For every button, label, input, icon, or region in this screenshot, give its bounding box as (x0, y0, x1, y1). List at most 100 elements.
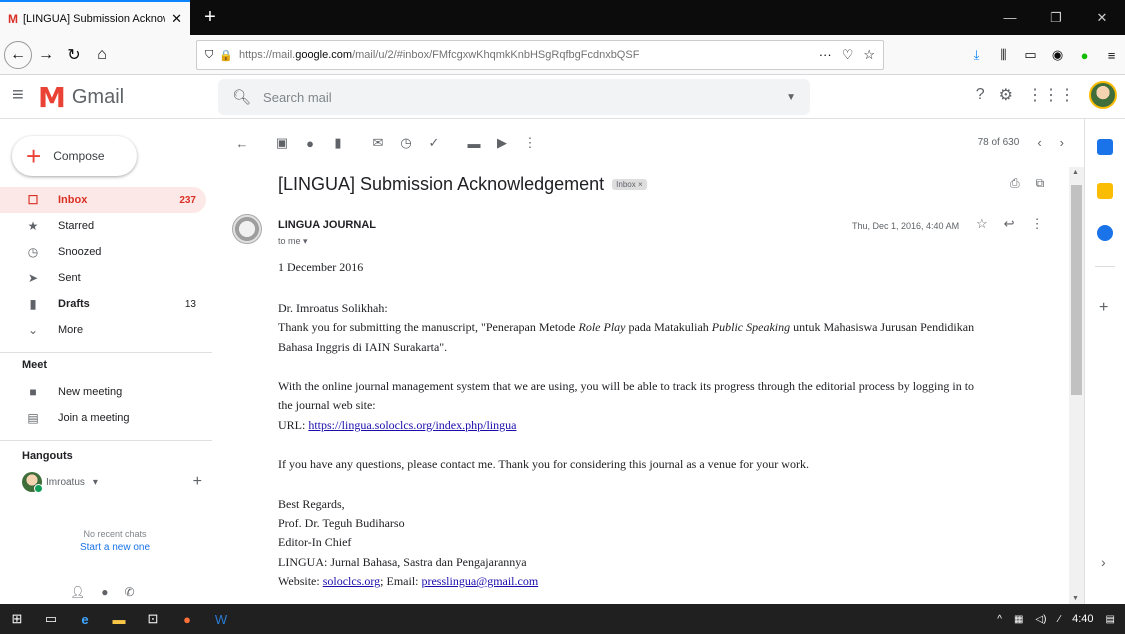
new-window-icon[interactable]: ⧉ (1036, 176, 1045, 191)
scroll-up-icon[interactable]: ▲ (1072, 169, 1079, 176)
file-explorer-icon[interactable]: ▬ (102, 612, 136, 627)
store-icon[interactable]: ⊡ (136, 611, 170, 627)
mark-unread-icon[interactable]: ✉ (364, 135, 392, 151)
download-icon[interactable]: ⤓ (963, 47, 990, 63)
shield-icon[interactable]: ⛉ (205, 49, 213, 62)
task-view-icon[interactable]: ▭ (34, 611, 68, 627)
clock-text[interactable]: 4:40 (1072, 613, 1093, 625)
reply-icon[interactable]: ↩ (1004, 216, 1015, 232)
home-icon[interactable]: ⌂ (88, 46, 116, 64)
sidebar-item-label: Drafts (58, 298, 90, 310)
keep-icon[interactable] (1097, 183, 1113, 199)
hangouts-user[interactable]: Imroatus ▾ + (22, 472, 202, 493)
extension-icon[interactable]: ● (1071, 48, 1098, 63)
report-spam-icon[interactable]: ● (296, 136, 324, 151)
join-meeting-link[interactable]: ▤ Join a meeting (0, 405, 206, 431)
volume-icon[interactable]: ◁) (1035, 614, 1046, 625)
window-close-icon[interactable]: ✕ (1079, 10, 1125, 26)
back-icon[interactable]: ← (4, 40, 32, 69)
website-link[interactable]: soloclcs.org (323, 574, 380, 588)
network-icon[interactable]: ▦ (1014, 614, 1023, 625)
recipient-toggle[interactable]: to me ▾ (278, 236, 308, 247)
notifications-icon[interactable]: ▤ (1106, 614, 1115, 625)
word-icon[interactable]: W (204, 612, 238, 627)
sidebar-item-inbox[interactable]: ☐ Inbox 237 (0, 187, 206, 213)
new-meeting-link[interactable]: ■ New meeting (0, 379, 206, 405)
message-scrollbar[interactable]: ▲ ▼ (1069, 167, 1084, 604)
lock-icon[interactable]: 🔒 (219, 49, 233, 62)
back-to-inbox-icon[interactable]: ← (228, 136, 256, 151)
library-icon[interactable]: ⫼ (990, 47, 1017, 63)
search-options-icon[interactable]: ▼ (786, 92, 796, 103)
sidebar-item-snoozed[interactable]: ◷ Snoozed (0, 239, 206, 265)
pen-icon[interactable]: ∕ (1058, 614, 1060, 625)
contacts-icon[interactable]: 👤︎ (70, 585, 85, 599)
forward-icon[interactable]: → (32, 46, 60, 64)
print-icon[interactable]: ⎙ (1010, 176, 1020, 191)
account-icon[interactable]: ◉ (1044, 47, 1071, 63)
sidebar-item-label: Snoozed (58, 246, 102, 258)
move-to-icon[interactable]: ▬ (460, 136, 488, 151)
browser-tab[interactable]: M [LINGUA] Submission Acknowl ✕ (0, 0, 190, 35)
chevron-down-icon: ⌄ (27, 323, 39, 337)
windows-start-icon[interactable]: ⊞ (0, 611, 34, 627)
delete-icon[interactable]: ▮ (324, 135, 352, 151)
journal-url-link[interactable]: https://lingua.soloclcs.org/index.php/li… (308, 418, 516, 432)
sidebar-icon[interactable]: ▭ (1017, 47, 1044, 63)
sender-name[interactable]: LINGUA JOURNAL (278, 219, 376, 231)
inbox-label-chip[interactable]: Inbox × (612, 179, 647, 190)
account-avatar[interactable] (1089, 81, 1117, 109)
drafts-count: 13 (184, 298, 196, 310)
message-date: Thu, Dec 1, 2016, 4:40 AM (852, 221, 960, 231)
chat-bubble-icon[interactable]: ● (101, 585, 108, 599)
archive-icon[interactable]: ▣ (268, 135, 296, 151)
main-menu-icon[interactable]: ≡ (12, 84, 24, 107)
start-new-chat-link[interactable]: Start a new one (0, 542, 230, 553)
snooze-icon[interactable]: ◷ (392, 135, 420, 151)
phone-icon[interactable]: ✆ (124, 585, 134, 599)
apps-grid-icon[interactable]: ⋮⋮⋮ (1027, 85, 1075, 105)
email-link[interactable]: presslingua@gmail.com (421, 574, 538, 588)
star-message-icon[interactable]: ☆ (976, 216, 988, 232)
tray-chevron-icon[interactable]: ^ (997, 614, 1002, 625)
tasks-icon[interactable] (1097, 225, 1113, 241)
gmail-logo[interactable]: M Gmail (38, 81, 124, 114)
sidebar-item-starred[interactable]: ★ Starred (0, 213, 206, 239)
status-caret-icon[interactable]: ▾ (93, 477, 98, 488)
search-bar[interactable]: 🔍︎ Search mail ▼ (218, 79, 810, 115)
minimize-icon[interactable]: — (987, 10, 1033, 25)
sidebar-item-sent[interactable]: ➤ Sent (0, 265, 206, 291)
newer-chevron-icon[interactable]: ‹ (1037, 135, 1041, 150)
add-task-icon[interactable]: ✓ (420, 135, 448, 151)
compose-button[interactable]: + Compose (12, 136, 137, 176)
menu-icon[interactable]: ≡ (1098, 48, 1125, 63)
new-tab-icon[interactable]: + (200, 6, 220, 29)
search-icon[interactable]: 🔍︎ (232, 88, 251, 106)
firefox-icon[interactable]: ● (170, 612, 204, 627)
search-input[interactable]: Search mail (263, 90, 332, 105)
compose-plus-icon: + (26, 141, 42, 171)
older-chevron-icon[interactable]: › (1060, 135, 1064, 150)
url-bar[interactable]: ⛉ 🔒 https://mail. google.com/mail/u/2/#in… (196, 40, 884, 70)
clock-icon: ◷ (27, 245, 39, 259)
tab-close-icon[interactable]: ✕ (171, 11, 182, 27)
support-icon[interactable]: ? (976, 86, 985, 104)
label-icon[interactable]: ▶ (488, 135, 516, 151)
get-addons-icon[interactable]: + (1099, 299, 1108, 317)
message-more-icon[interactable]: ⋮ (1031, 216, 1044, 232)
restore-icon[interactable]: ❐ (1033, 10, 1079, 26)
calendar-icon[interactable] (1097, 139, 1113, 155)
settings-gear-icon[interactable]: ⚙ (999, 85, 1013, 105)
bookmark-star-icon[interactable]: ☆ (863, 47, 875, 63)
edge-icon[interactable]: e (68, 612, 102, 627)
expand-panel-icon[interactable]: › (1101, 554, 1106, 570)
pocket-icon[interactable]: ♡ (842, 47, 854, 63)
scroll-down-icon[interactable]: ▼ (1072, 595, 1079, 602)
scrollbar-thumb[interactable] (1071, 185, 1082, 395)
sidebar-item-more[interactable]: ⌄ More (0, 317, 206, 343)
sidebar-item-drafts[interactable]: ▮ Drafts 13 (0, 291, 206, 317)
add-chat-icon[interactable]: + (193, 473, 202, 491)
page-actions-icon[interactable]: ··· (819, 47, 832, 63)
more-options-icon[interactable]: ⋮ (516, 135, 544, 151)
reload-icon[interactable]: ↻ (60, 45, 88, 65)
